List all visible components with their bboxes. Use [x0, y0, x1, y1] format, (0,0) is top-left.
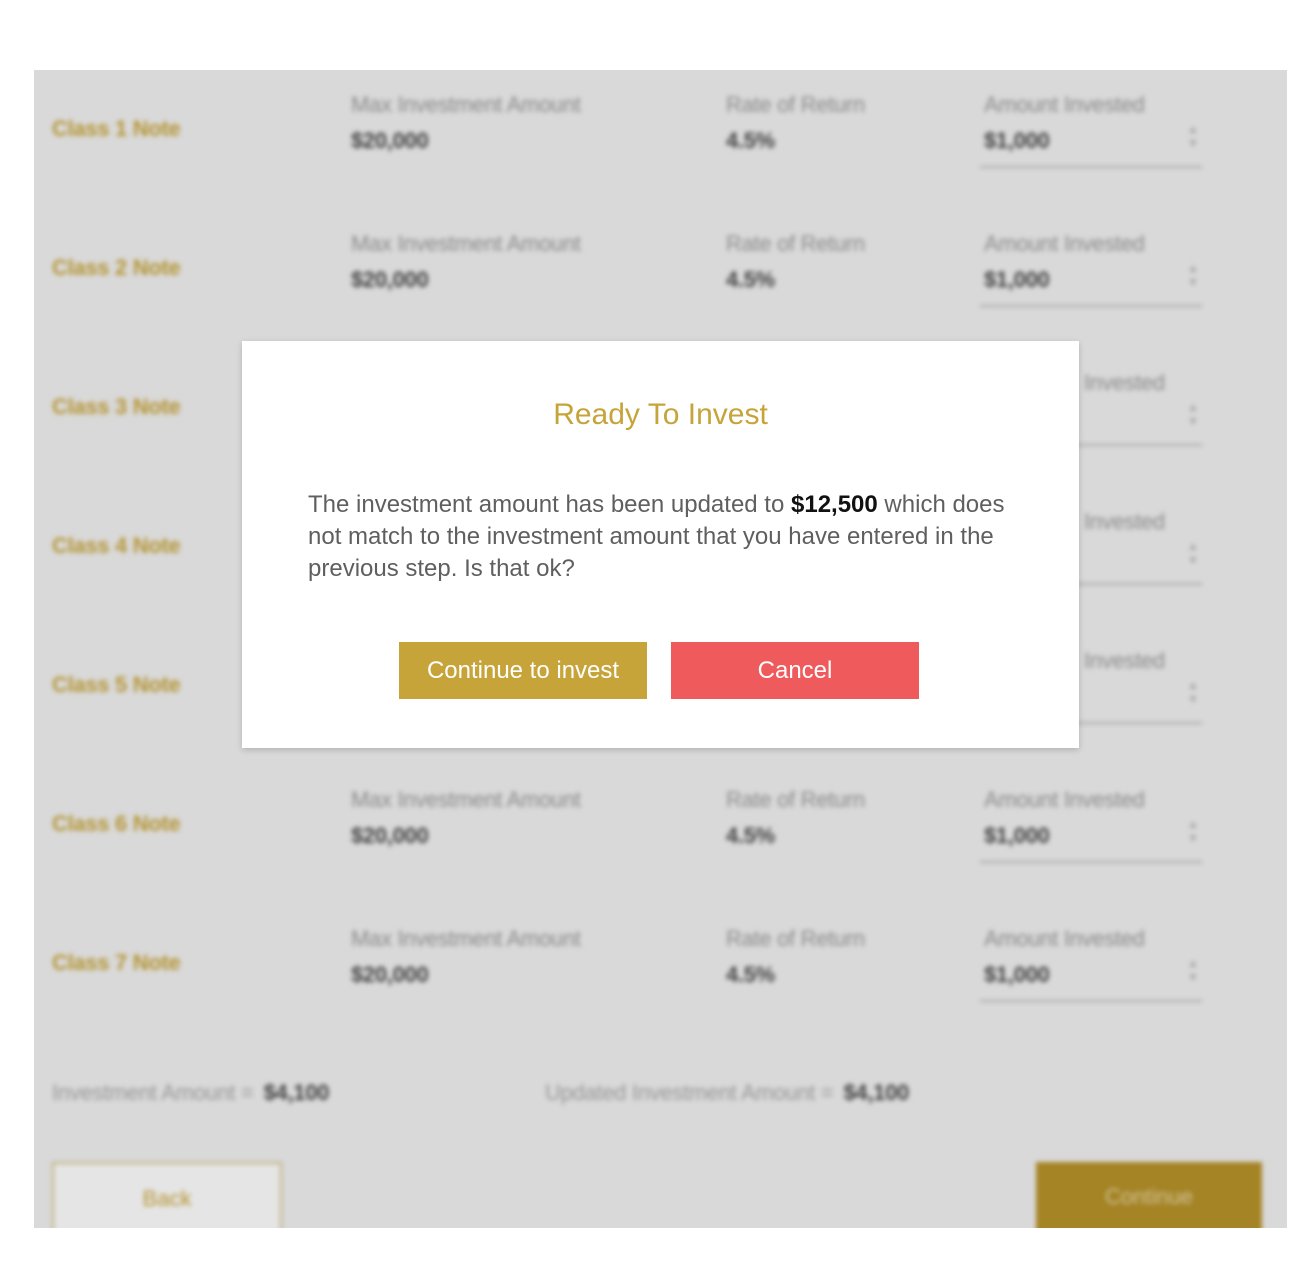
updated-amount-value: $12,500	[791, 491, 878, 518]
dialog-title: Ready To Invest	[553, 398, 768, 431]
dialog-message: The investment amount has been updated t…	[308, 489, 1028, 585]
ready-to-invest-dialog: Ready To Invest The investment amount ha…	[242, 341, 1079, 748]
cancel-button[interactable]: Cancel	[671, 642, 919, 699]
continue-to-invest-button[interactable]: Continue to invest	[399, 642, 647, 699]
dialog-message-text: The investment amount has been updated t…	[308, 491, 791, 518]
